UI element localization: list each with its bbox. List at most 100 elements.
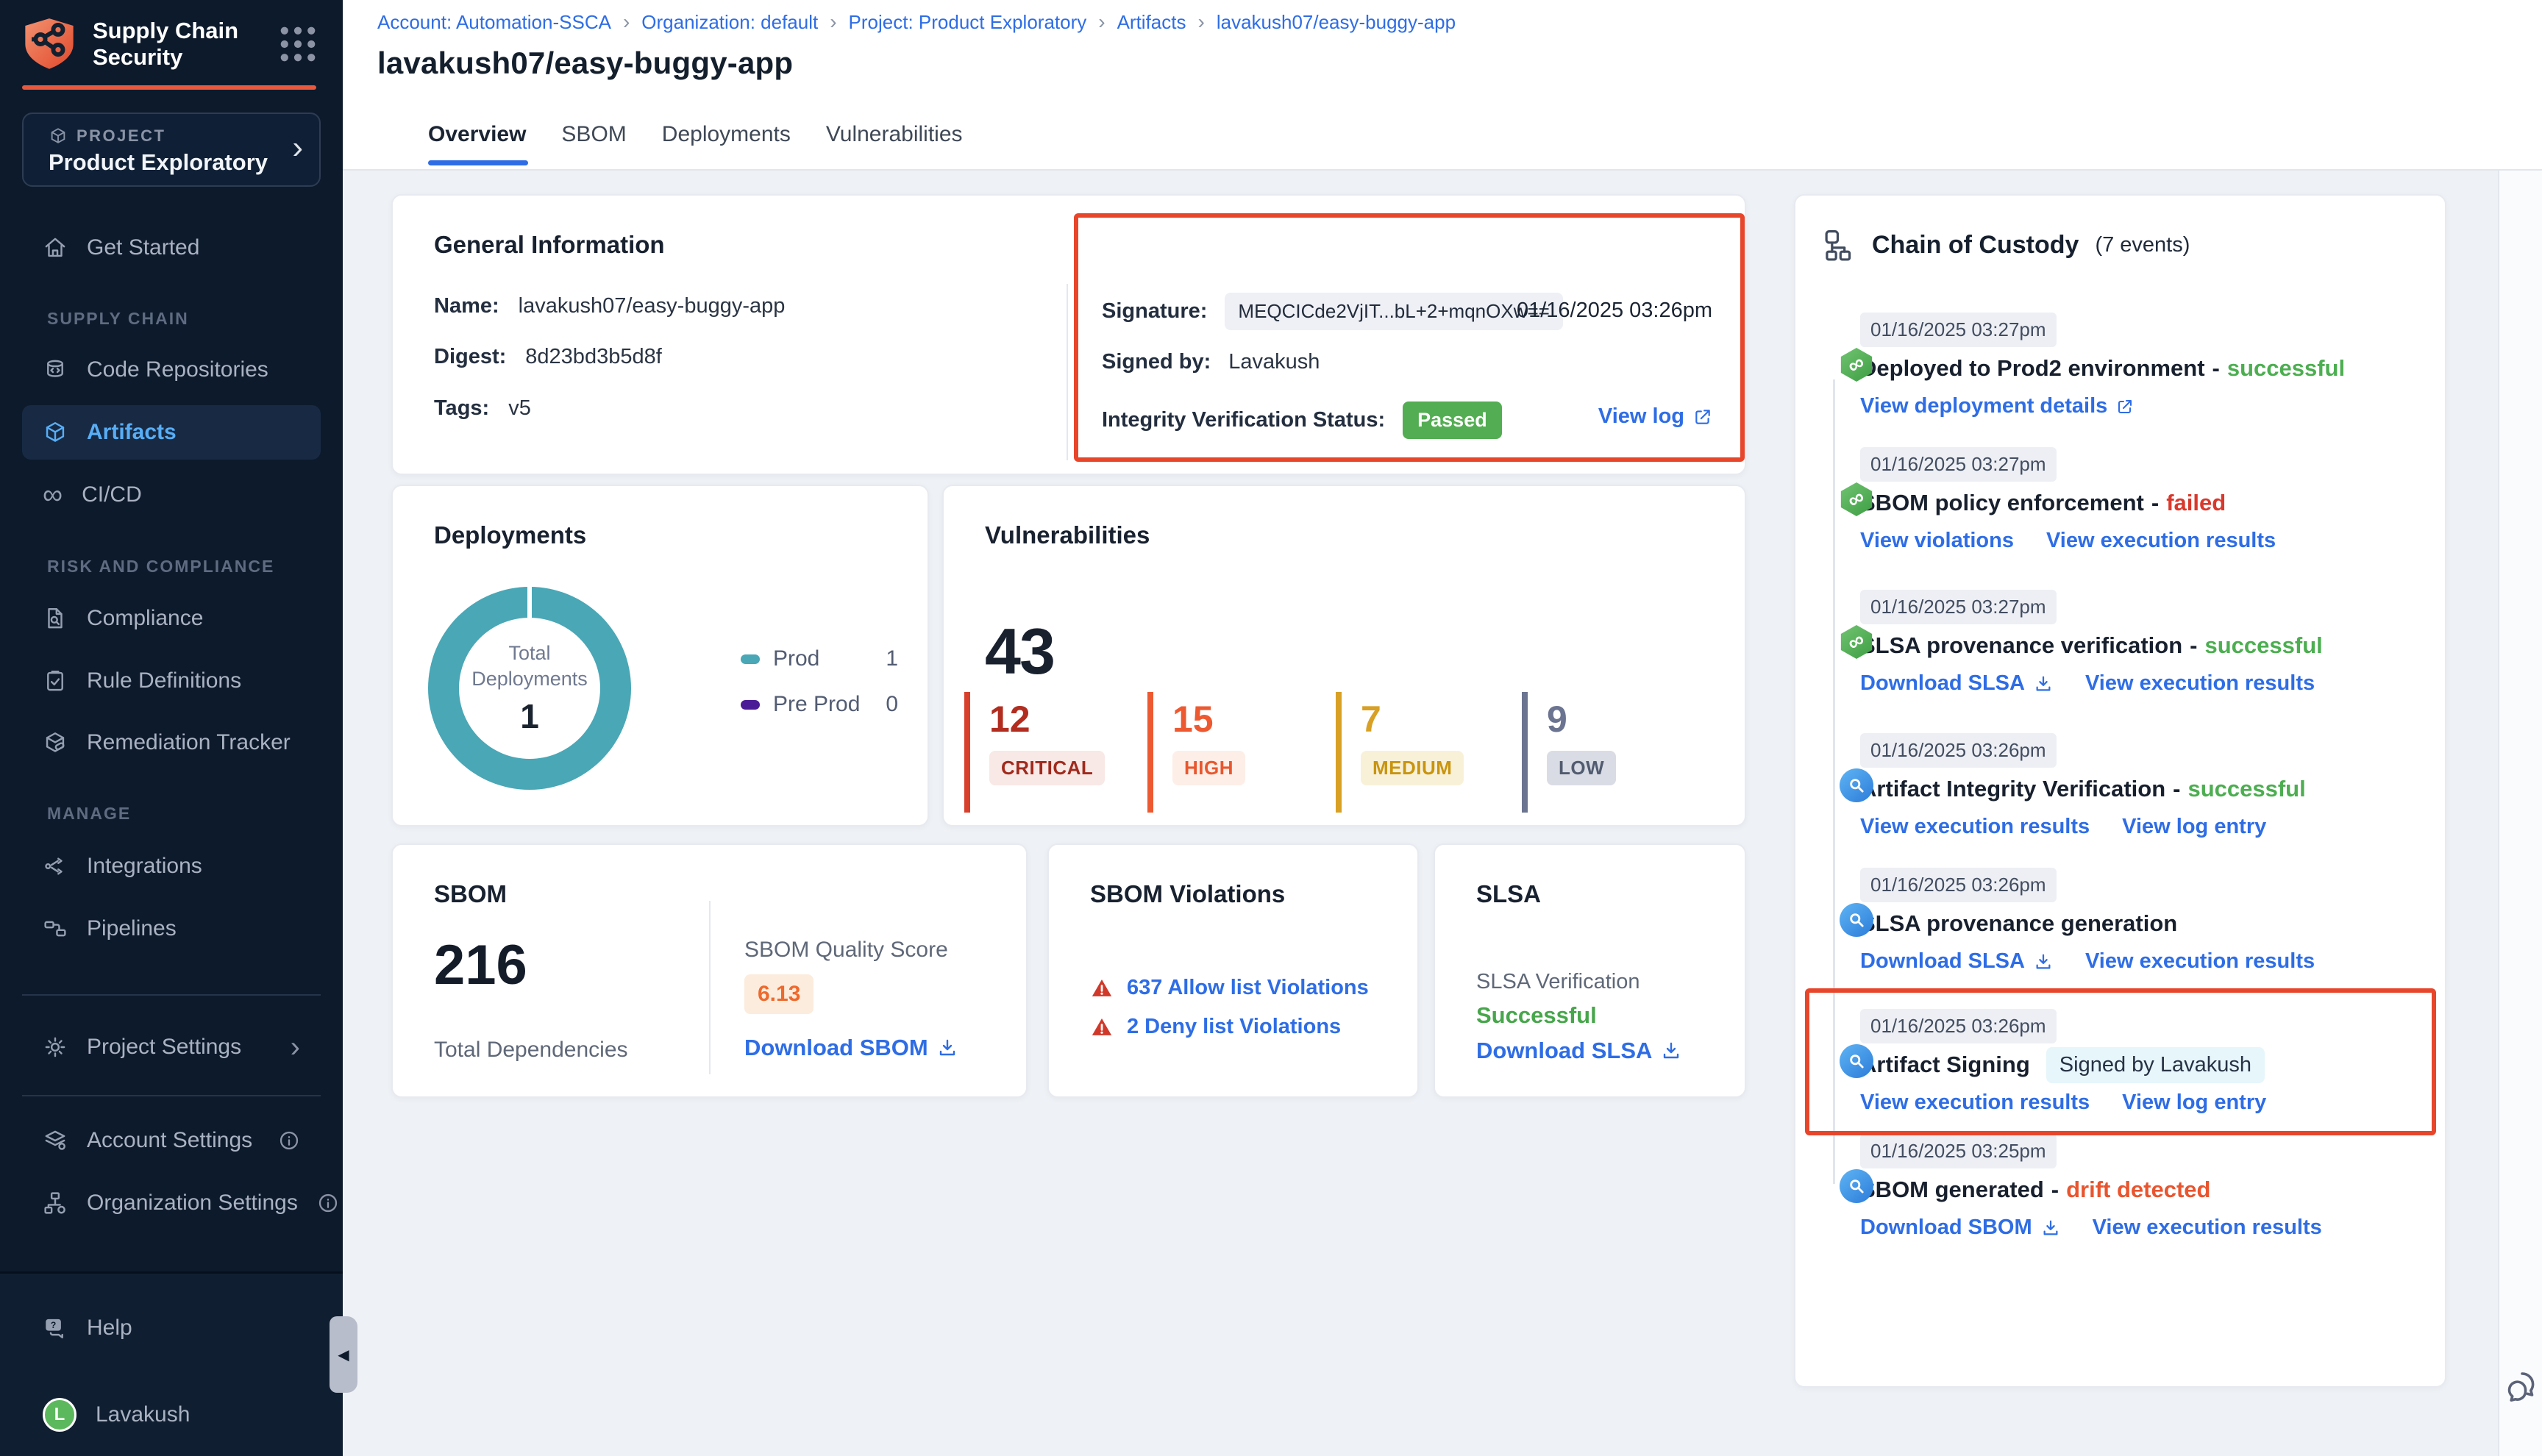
remediation-cube-icon: [43, 730, 68, 755]
tab-bar: Overview SBOM Deployments Vulnerabilitie…: [428, 122, 963, 147]
severity-badge: LOW: [1547, 751, 1616, 785]
download-sbom-link[interactable]: Download SBOM: [744, 1035, 958, 1061]
chain-of-custody-title: Chain of Custody: [1872, 231, 2079, 260]
event-links: Download SLSA View execution results: [1860, 671, 2423, 696]
support-chat-icon[interactable]: [2504, 1366, 2542, 1406]
breadcrumb-current-artifact[interactable]: lavakush07/easy-buggy-app: [1217, 11, 1456, 34]
severity-count: 15: [1172, 701, 1245, 738]
sidebar-item-integrations[interactable]: Integrations: [22, 843, 321, 890]
signature-value[interactable]: MEQCICde2VjIT...bL+2+mqnOXw==: [1225, 293, 1562, 330]
view-execution-results-link[interactable]: View execution results: [2085, 949, 2315, 974]
sbom-quality-badge-wrap: 6.13: [744, 974, 813, 1014]
sidebar-item-get-started[interactable]: Get Started: [22, 224, 321, 271]
event-status: successful: [2227, 355, 2345, 382]
chain-event-sbom-policy: ∞ 01/16/2025 03:27pm SBOM policy enforce…: [1818, 447, 2423, 553]
view-execution-results-link[interactable]: View execution results: [2085, 671, 2315, 696]
app-logo-shield-icon: [22, 16, 76, 72]
view-execution-results-link[interactable]: View execution results: [1860, 815, 2090, 839]
download-icon: [2034, 952, 2053, 971]
sidebar-item-pipelines[interactable]: Pipelines: [22, 905, 321, 952]
tab-deployments[interactable]: Deployments: [662, 122, 791, 147]
view-execution-results-link[interactable]: View execution results: [2046, 529, 2276, 553]
breadcrumb-organization[interactable]: Organization: default: [641, 11, 818, 34]
deny-list-violations-link[interactable]: 2 Deny list Violations: [1127, 1015, 1341, 1039]
download-sbom-link[interactable]: Download SBOM: [1860, 1216, 2060, 1240]
sidebar-user[interactable]: L Lavakush: [22, 1391, 321, 1438]
warning-triangle-icon: [1090, 1016, 1114, 1039]
chain-event-deploy-prod2: ∞ 01/16/2025 03:27pm Deployed to Prod2 e…: [1818, 313, 2423, 418]
sidebar-item-organization-settings[interactable]: Organization Settings: [22, 1180, 321, 1227]
field-digest: Digest: 8d23bd3b5d8f: [434, 345, 662, 369]
sidebar-item-help[interactable]: ? Help: [22, 1305, 321, 1352]
layers-gear-icon: [43, 1128, 68, 1153]
breadcrumb-account[interactable]: Account: Automation-SSCA: [377, 11, 611, 34]
signed-by-value: Lavakush: [1228, 350, 1320, 374]
sidebar-item-account-settings[interactable]: Account Settings: [22, 1117, 321, 1164]
document-search-icon: [43, 606, 68, 631]
view-execution-results-link[interactable]: View execution results: [1860, 1091, 2090, 1115]
sbom-quality-label: SBOM Quality Score: [744, 938, 948, 963]
view-log-link[interactable]: View log: [1598, 404, 1712, 429]
event-title-row: SBOM policy enforcement - failed: [1860, 486, 2423, 520]
event-links: View execution results View log entry: [1860, 815, 2423, 839]
integrity-label: Integrity Verification Status:: [1102, 408, 1385, 432]
view-execution-results-link[interactable]: View execution results: [2093, 1216, 2322, 1240]
sidebar-item-project-settings[interactable]: Project Settings ›: [22, 1024, 321, 1071]
brand-divider: [22, 85, 316, 90]
sidebar-item-cicd[interactable]: ∞ CI/CD: [22, 471, 321, 518]
event-title: SBOM generated: [1860, 1177, 2044, 1203]
field-label: Tags:: [434, 396, 489, 421]
info-icon[interactable]: [317, 1192, 339, 1214]
view-log-entry-link[interactable]: View log entry: [2122, 815, 2266, 839]
signed-by-label: Signed by:: [1102, 350, 1211, 374]
integrity-status-badge: Passed: [1403, 402, 1502, 439]
signature-timestamp: 01/16/2025 03:26pm: [1517, 299, 1712, 323]
sidebar-item-label: Compliance: [87, 606, 203, 631]
event-links: Download SBOM View execution results: [1860, 1216, 2423, 1240]
user-name: Lavakush: [96, 1402, 190, 1427]
download-icon: [937, 1038, 958, 1058]
legend-swatch-prod: [741, 654, 760, 664]
breadcrumb-artifacts[interactable]: Artifacts: [1117, 11, 1186, 34]
view-violations-link[interactable]: View violations: [1860, 529, 2014, 553]
card-title: SBOM Violations: [1090, 880, 1285, 908]
field-name: Name: lavakush07/easy-buggy-app: [434, 294, 785, 318]
sidebar: Supply Chain Security PROJECT Product Ex…: [0, 0, 343, 1456]
chain-event-slsa-verification: ∞ 01/16/2025 03:27pm SLSA provenance ver…: [1818, 590, 2423, 696]
severity-low: 9 LOW: [1522, 692, 1616, 813]
sidebar-item-compliance[interactable]: Compliance: [22, 595, 321, 642]
sidebar-item-remediation-tracker[interactable]: Remediation Tracker: [22, 719, 321, 766]
infinity-icon: ∞: [43, 484, 63, 506]
sidebar-collapse-handle[interactable]: ◀: [330, 1316, 357, 1393]
event-status: failed: [2166, 490, 2226, 516]
event-title-row: Artifact Signing Signed by Lavakush: [1860, 1048, 2423, 1082]
event-title: SBOM policy enforcement: [1860, 490, 2144, 516]
field-label: Digest:: [434, 345, 506, 369]
apps-grid-icon[interactable]: [275, 21, 321, 67]
tab-vulnerabilities[interactable]: Vulnerabilities: [826, 122, 963, 147]
download-slsa-link[interactable]: Download SLSA: [1860, 949, 2053, 974]
allow-list-violations-link[interactable]: 637 Allow list Violations: [1127, 976, 1369, 1000]
download-slsa-link[interactable]: Download SLSA: [1860, 671, 2053, 696]
sidebar-item-rule-definitions[interactable]: Rule Definitions: [22, 657, 321, 704]
breadcrumb-separator: ›: [830, 10, 836, 34]
custody-flow-icon: [1822, 228, 1856, 262]
svg-text:?: ?: [51, 1320, 56, 1330]
download-slsa-link[interactable]: Download SLSA: [1476, 1038, 1681, 1064]
help-chat-icon: ?: [43, 1316, 68, 1341]
chain-of-custody-header: Chain of Custody (7 events): [1822, 228, 2190, 262]
event-links: View violations View execution results: [1860, 529, 2423, 553]
collapse-arrow-icon: ◀: [338, 1346, 349, 1364]
sidebar-item-artifacts[interactable]: Artifacts: [22, 405, 321, 460]
tab-sbom[interactable]: SBOM: [561, 122, 626, 147]
view-log-entry-link[interactable]: View log entry: [2122, 1091, 2266, 1115]
sidebar-section-manage: MANAGE: [47, 804, 131, 824]
tab-overview[interactable]: Overview: [428, 122, 526, 147]
info-icon[interactable]: [278, 1130, 300, 1152]
sidebar-item-code-repositories[interactable]: Code Repositories: [22, 346, 321, 393]
external-link-icon: [1693, 407, 1712, 427]
breadcrumb-project[interactable]: Project: Product Exploratory: [849, 11, 1087, 34]
view-deployment-details-link[interactable]: View deployment details: [1860, 394, 2134, 418]
project-selector[interactable]: PROJECT Product Exploratory ›: [22, 113, 321, 187]
card-title: Deployments: [434, 521, 586, 549]
